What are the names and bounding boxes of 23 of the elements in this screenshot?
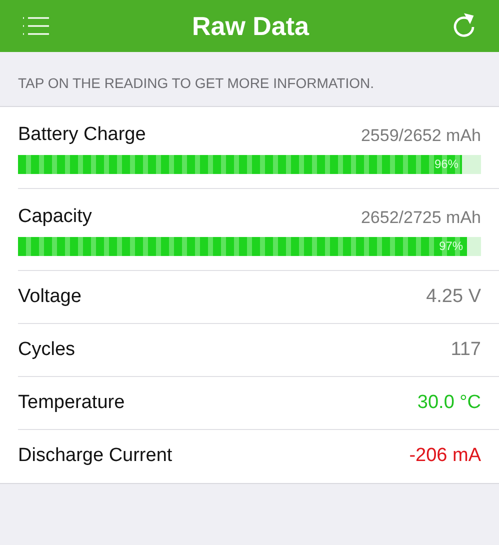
hint-text: TAP ON THE READING TO GET MORE INFORMATION.	[18, 74, 374, 93]
percent-label: 97%	[439, 238, 464, 255]
reading-value: 4.25 V	[426, 284, 481, 309]
reading-row[interactable]: Temperature 30.0 °C	[18, 377, 499, 430]
reading-label: Discharge Current	[18, 444, 172, 468]
reading-value: 117	[450, 338, 481, 362]
reading-value: 2559/2652 mAh	[360, 124, 481, 146]
reading-row[interactable]: Voltage 4.25 V	[18, 271, 499, 324]
percent-label: 96%	[434, 156, 458, 173]
reading-value: 2652/2725 mAh	[360, 206, 481, 228]
reading-row[interactable]: Battery Charge 2559/2652 mAh 96%	[18, 107, 499, 189]
reading-label: Battery Charge	[18, 123, 146, 147]
screen-title: Raw Data	[192, 10, 310, 42]
reading-label: Temperature	[18, 390, 125, 415]
reading-label: Voltage	[18, 284, 82, 309]
reading-value: 30.0 °C	[417, 390, 481, 415]
reading-value: -206 mA	[409, 444, 481, 468]
reading-label: Cycles	[18, 338, 76, 362]
menu-icon[interactable]	[22, 16, 50, 36]
reading-label: Capacity	[18, 205, 92, 229]
reading-row[interactable]: Capacity 2652/2725 mAh 97%	[18, 189, 499, 271]
reading-row[interactable]: Discharge Current -206 mA	[18, 430, 499, 483]
reading-row[interactable]: Cycles 117	[18, 324, 499, 377]
